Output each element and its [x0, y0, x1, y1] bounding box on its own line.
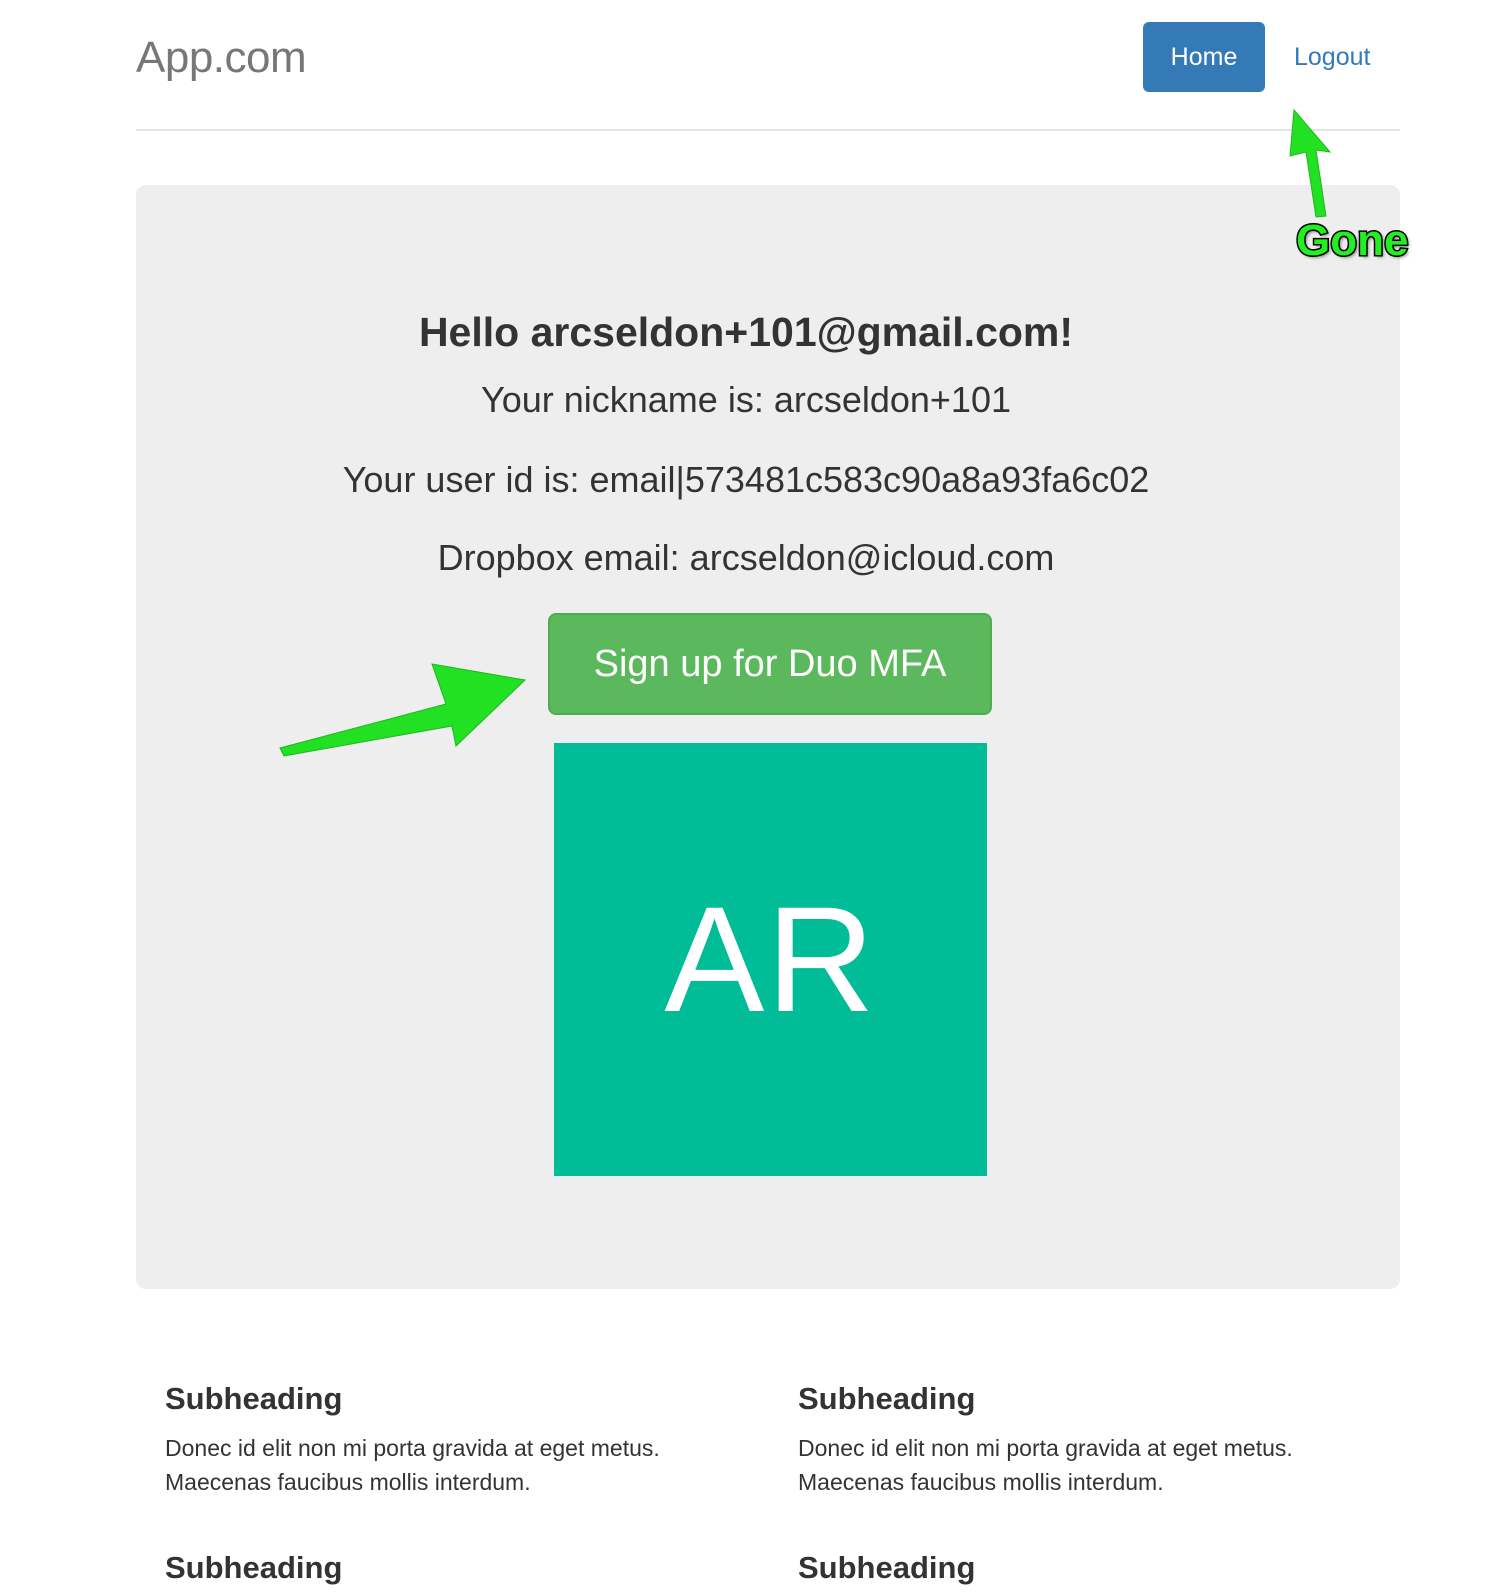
duo-mfa-signup-button[interactable]: Sign up for Duo MFA: [548, 613, 992, 715]
nav-logout-link[interactable]: Logout: [1294, 22, 1370, 92]
brand-logo[interactable]: App.com: [136, 30, 307, 86]
content-column-1: Subheading Donec id elit non mi porta gr…: [165, 1379, 765, 1499]
avatar: AR: [554, 743, 987, 1176]
content-column-2: Subheading Donec id elit non mi porta gr…: [798, 1379, 1398, 1499]
greeting-heading: Hello arcseldon+101@gmail.com!: [418, 309, 1074, 355]
gone-annotation-label: Gone: [1294, 215, 1409, 267]
subheading: Subheading: [798, 1381, 976, 1416]
avatar-initials: AR: [664, 875, 877, 1043]
content-column-3: Subheading: [165, 1548, 765, 1588]
dropbox-email-text: Dropbox email: arcseldon@icloud.com: [437, 537, 1055, 578]
subheading: Subheading: [165, 1381, 343, 1416]
subheading: Subheading: [798, 1550, 976, 1585]
section-body: Donec id elit non mi porta gravida at eg…: [165, 1435, 660, 1495]
content-column-4: Subheading: [798, 1548, 1398, 1588]
nickname-text: Your nickname is: arcseldon+101: [481, 379, 1011, 420]
section-body: Donec id elit non mi porta gravida at eg…: [798, 1435, 1293, 1495]
subheading: Subheading: [165, 1550, 343, 1585]
header-divider: [136, 129, 1400, 131]
user-id-text: Your user id is: email|573481c583c90a8a9…: [342, 459, 1150, 500]
nav-home-button[interactable]: Home: [1143, 22, 1265, 92]
